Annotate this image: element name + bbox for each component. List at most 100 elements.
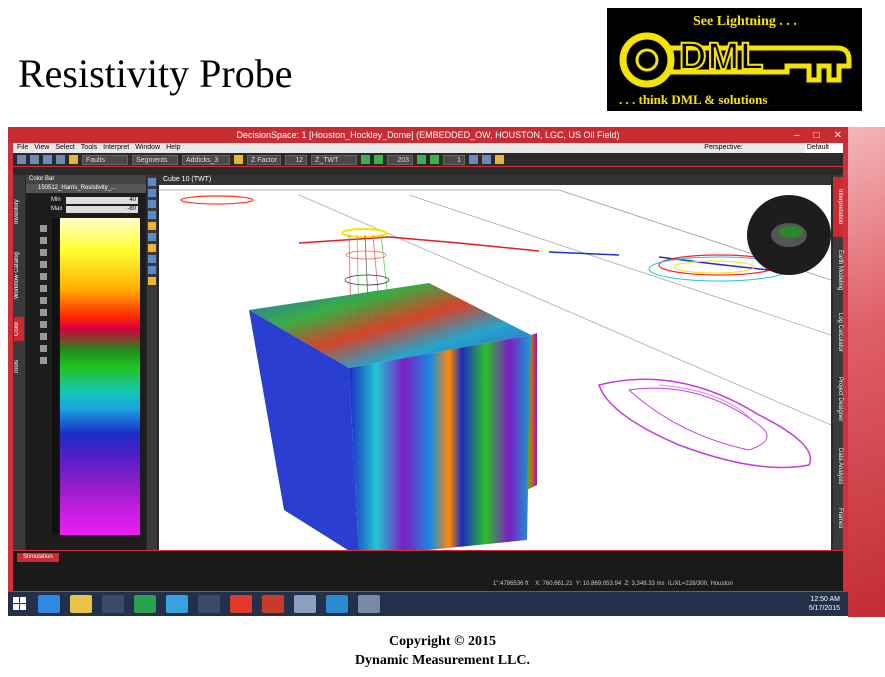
globe-icon[interactable] <box>358 595 380 613</box>
pan-icon[interactable] <box>148 189 156 197</box>
tool-icon[interactable] <box>40 261 47 268</box>
tab-color[interactable]: Color <box>14 317 24 341</box>
coordinate-readout: 1":4786536 ft X: 760,661.21 Y: 10,869,05… <box>493 581 733 587</box>
tab-data-analysis[interactable]: Data Analysis <box>833 439 843 494</box>
menu-help[interactable]: Help <box>166 143 180 153</box>
cloud-icon[interactable] <box>230 595 252 613</box>
work-area: Inventory Workflow Catalog Color Tools C… <box>13 167 843 550</box>
tool-icon[interactable] <box>40 237 47 244</box>
rotate-icon[interactable] <box>148 178 156 186</box>
menu-tools[interactable]: Tools <box>81 143 97 153</box>
tab-project-designer[interactable]: Project Designer <box>833 367 843 432</box>
tool-icon[interactable] <box>40 357 47 364</box>
color-bar-file[interactable]: 150512_Harris_Resistivity_... <box>26 184 146 193</box>
status-panel: Stimulation 1":4786536 ft X: 760,661.21 … <box>13 551 843 591</box>
home-icon[interactable] <box>17 155 26 164</box>
menu-view[interactable]: View <box>34 143 49 153</box>
tool-icon[interactable] <box>40 249 47 256</box>
play-forward-icon[interactable] <box>417 155 427 164</box>
min-input[interactable]: 40 <box>66 197 138 204</box>
tool-icon[interactable] <box>40 321 47 328</box>
pick-icon[interactable] <box>69 155 78 164</box>
slide-title: Resistivity Probe <box>18 51 293 96</box>
domain-select[interactable]: Z_TWT <box>311 154 358 165</box>
mail-icon[interactable] <box>166 595 188 613</box>
tool-icon[interactable] <box>40 285 47 292</box>
tab-frames[interactable]: Frames <box>833 501 843 536</box>
layer-icon[interactable] <box>148 266 156 274</box>
select-icon[interactable] <box>148 211 156 219</box>
window-titlebar[interactable]: DecisionSpace: 1 [Houston_Hockley_Dome] … <box>8 127 848 143</box>
grid-icon[interactable] <box>482 155 492 164</box>
colorbar-tools <box>39 225 49 525</box>
clock-date: 5/17/2015 <box>808 605 840 612</box>
navigation-widget-icon[interactable] <box>747 195 831 275</box>
tab-tools[interactable]: Tools <box>14 355 24 379</box>
view-icon[interactable] <box>469 155 479 164</box>
taskbar-clock[interactable]: 12:50 AM 5/17/2015 <box>809 595 840 613</box>
pencil-icon[interactable] <box>148 277 156 285</box>
zfactor-label: Z Factor <box>247 154 282 165</box>
play-first-icon[interactable] <box>361 155 371 164</box>
color-gradient[interactable] <box>60 218 140 535</box>
right-tab-strip: Interpretation Earth Modeling Log Calcul… <box>833 175 843 550</box>
scale-readout: 1":4786536 ft <box>493 581 529 587</box>
close-button[interactable]: ✕ <box>834 128 842 144</box>
tool-icon[interactable] <box>40 309 47 316</box>
tool-icon[interactable] <box>40 273 47 280</box>
save-icon[interactable] <box>30 155 39 164</box>
step-input[interactable]: 1 <box>443 154 466 165</box>
sync-icon[interactable] <box>326 595 348 613</box>
horizon-select[interactable]: Addicks_3 <box>182 154 230 165</box>
tab-earth-modeling[interactable]: Earth Modeling <box>833 243 843 298</box>
internet-explorer-icon[interactable] <box>38 595 60 613</box>
segments-select[interactable]: Segments <box>132 154 178 165</box>
redo-icon[interactable] <box>56 155 65 164</box>
zoom-icon[interactable] <box>148 200 156 208</box>
faults-select[interactable]: Faults <box>82 154 128 165</box>
play-last-icon[interactable] <box>430 155 440 164</box>
clock-time: 12:50 AM <box>810 596 840 603</box>
remote-icon[interactable] <box>262 595 284 613</box>
store-icon[interactable] <box>134 595 156 613</box>
measure-icon[interactable] <box>148 233 156 241</box>
menu-select[interactable]: Select <box>55 143 74 153</box>
menu-file[interactable]: File <box>17 143 28 153</box>
minimize-button[interactable]: – <box>794 128 800 144</box>
play-back-icon[interactable] <box>374 155 384 164</box>
main-toolbar: Faults Segments Addicks_3 Z Factor 12 Z_… <box>13 153 843 166</box>
snapshot-icon[interactable] <box>495 155 505 164</box>
file-explorer-icon[interactable] <box>70 595 92 613</box>
zfactor-input[interactable]: 12 <box>285 154 308 165</box>
max-input[interactable]: -80 <box>66 206 138 213</box>
folder-icon[interactable] <box>148 244 156 252</box>
scene-3d[interactable] <box>159 185 831 550</box>
menu-window[interactable]: Window <box>135 143 160 153</box>
tool-icon[interactable] <box>40 345 47 352</box>
cube-viewport[interactable]: Cube 10 (TWT) <box>159 175 831 550</box>
tool-icon[interactable] <box>40 225 47 232</box>
tab-workflow-catalog[interactable]: Workflow Catalog <box>14 241 24 311</box>
cursor-icon[interactable] <box>198 595 220 613</box>
x-label: X: <box>535 581 541 587</box>
logo-tagline-top: See Lightning . . . <box>693 14 797 29</box>
tool-icon[interactable] <box>40 297 47 304</box>
home-icon[interactable] <box>102 595 124 613</box>
frame-input[interactable]: 203 <box>387 154 414 165</box>
maximize-button[interactable]: □ <box>814 128 820 144</box>
tab-inventory[interactable]: Inventory <box>14 189 24 234</box>
undo-icon[interactable] <box>43 155 52 164</box>
light-icon[interactable] <box>234 155 243 164</box>
camera-icon[interactable] <box>148 255 156 263</box>
tool-icon[interactable] <box>40 333 47 340</box>
paint-icon[interactable] <box>148 222 156 230</box>
paint-icon[interactable] <box>294 595 316 613</box>
tab-interpretation[interactable]: Interpretation <box>833 177 843 237</box>
min-row: Min 40 <box>26 197 146 205</box>
perspective-select[interactable]: Default <box>804 143 843 153</box>
x-value: 760,661.21 <box>542 581 573 587</box>
tab-log-calculator[interactable]: Log Calculator <box>833 305 843 360</box>
menu-interpret[interactable]: Interpret <box>103 143 129 153</box>
tab-stimulation[interactable]: Stimulation <box>17 553 59 562</box>
windows-start-icon[interactable] <box>13 597 28 611</box>
